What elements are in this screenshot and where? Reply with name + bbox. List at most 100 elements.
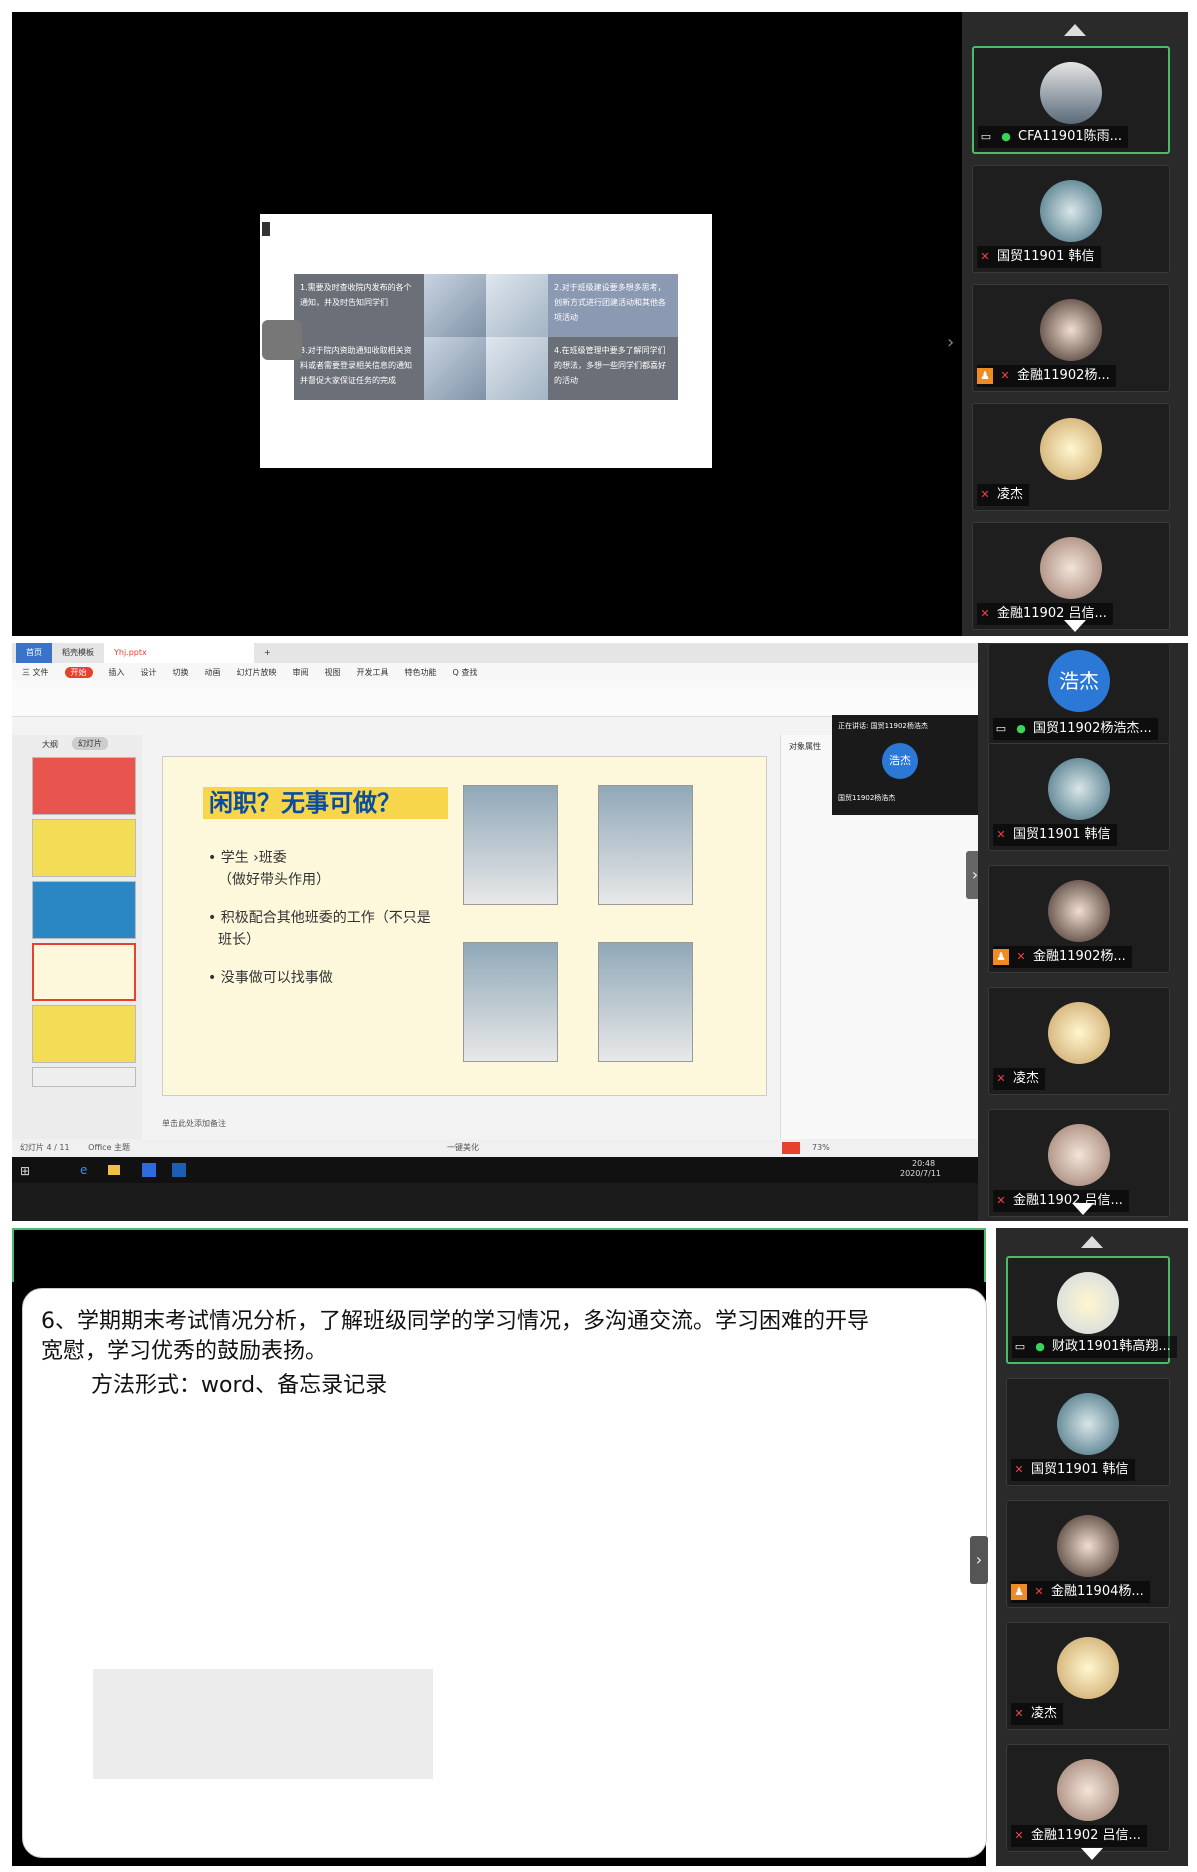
slide-counter: 幻灯片 4 / 11 [20,1143,70,1152]
speaker-name: 国贸11902杨浩杰 [838,794,896,802]
shared-screen: 6、学期期末考试情况分析，了解班级同学的学习情况，多沟通交流。学习困难的开导 宽… [12,1228,988,1866]
beautify-button[interactable]: 一键美化 [447,1139,479,1157]
file-explorer-icon[interactable] [108,1165,120,1175]
avatar [1048,1002,1110,1064]
speaker-popup-title: 正在讲话: 国贸11902杨浩杰 [838,722,928,730]
tab-outline[interactable]: 大纲 [42,739,58,750]
avatar [1057,1637,1119,1699]
slide-cell-3: 3.对于院内资助通知收取相关资料或者需要登录相关信息的通知并督促大家保证任务的完… [294,337,424,400]
new-tab-icon[interactable]: + [254,643,281,663]
slide-thumb-1[interactable] [32,757,136,815]
menu-start[interactable]: 开始 [64,666,93,678]
tab-bar: 首页 稻壳模板 Yhj.pptx + [12,643,978,663]
participant-sidebar: ▭ ● 财政11901韩高翔... ✕ 国贸11901 韩信 ♟ ✕ 金融11904杨..… [996,1228,1188,1866]
menu-design[interactable]: 设计 [141,667,157,678]
tab-templates[interactable]: 稻壳模板 [52,643,104,663]
theme-name: Office 主题 [88,1143,131,1152]
menu-animation[interactable]: 动画 [205,667,221,678]
chevron-right-icon[interactable]: › [970,1536,988,1584]
slide-thumb-4[interactable] [32,943,136,1001]
slide-thumb-3[interactable] [32,881,136,939]
chevron-right-icon[interactable]: › [947,332,954,353]
participant-label: ✕ 凌杰 [977,484,1030,506]
participant-tile[interactable]: ✕ 国贸11901 韩信 [972,165,1170,273]
avatar [1040,180,1102,242]
windows-start-icon[interactable]: ⊞ [20,1164,30,1178]
participant-label: ✕ 凌杰 [993,1068,1046,1090]
floating-toolbar-icon[interactable] [262,320,302,360]
mic-off-icon: ✕ [980,488,990,501]
slide-thumb-5[interactable] [32,1005,136,1063]
participant-tile[interactable]: ♟ ✕ 金融11902杨... [972,284,1170,392]
tab-home[interactable]: 首页 [16,643,52,663]
bullet-text: • 积极配合其他班委的工作（不只是 [208,910,431,926]
avatar [1057,1515,1119,1577]
avatar [1048,880,1110,942]
participant-tile[interactable]: ♟ ✕ 金融11902杨... [988,865,1170,973]
menu-view[interactable]: 视图 [325,667,341,678]
screenshot-image [598,785,693,905]
participant-label: ✕ 国贸11901 韩信 [977,246,1101,268]
screen-share-icon: ▭ [995,722,1007,735]
participant-label: ✕ 金融11902 吕信... [1011,1825,1147,1847]
participant-label: ✕ 金融11902 吕信... [993,1190,1129,1212]
meeting-panel-1: 1.需要及时查收院内发布的各个通知，并及时告知同学们 2.对于班级建设要多想多思… [12,12,1188,636]
menu-file[interactable]: 三 文件 [22,667,49,678]
participant-tile[interactable]: ✕ 凌杰 [988,987,1170,1095]
participant-tile[interactable]: ✕ 凌杰 [1006,1622,1170,1730]
app-icon[interactable] [142,1163,156,1177]
ribbon-toolbar[interactable] [12,681,978,717]
faded-image [93,1669,433,1779]
mic-on-icon: ● [1001,130,1011,143]
slide-cell-2: 2.对于班级建设要多想多思考，创新方式进行团建活动和其他各项活动 [548,274,678,337]
menu-slideshow[interactable]: 幻灯片放映 [237,667,277,678]
participant-tile[interactable]: ✕ 金融11902 吕信... [972,522,1170,630]
participant-tile[interactable]: ✕ 国贸11901 韩信 [988,743,1170,851]
bullet-text: • 学生 ›班委 [208,850,287,866]
scroll-down-icon[interactable] [1064,620,1086,632]
menu-insert[interactable]: 插入 [109,667,125,678]
participant-tile[interactable]: ▭ ● CFA11901陈雨... [972,46,1170,154]
menu-review[interactable]: 审阅 [293,667,309,678]
participant-tile[interactable]: ✕ 国贸11901 韩信 [1006,1378,1170,1486]
menu-transition[interactable]: 切换 [173,667,189,678]
menu-developer[interactable]: 开发工具 [357,667,389,678]
text-avatar: 浩杰 [1048,650,1110,712]
participant-sidebar: 浩杰 ▭ ● 国贸11902杨浩杰... ✕ 国贸11901 韩信 ♟ ✕ 金融11902… [978,643,1188,1221]
scroll-down-icon[interactable] [1072,1203,1094,1215]
slide-logo [262,222,270,236]
tab-slides[interactable]: 幻灯片 [72,737,108,750]
meeting-app-icon[interactable] [172,1163,186,1177]
scroll-down-icon[interactable] [1081,1848,1103,1860]
slide-canvas[interactable]: 闲职？无事可做？ • 学生 ›班委 （做好带头作用） • 积极配合其他班委的工作… [162,756,767,1096]
slide-photo [424,337,486,400]
menu-features[interactable]: 特色功能 [405,667,437,678]
participant-label: ✕ 凌杰 [1011,1703,1064,1725]
screen-share-icon: ▭ [980,130,992,143]
tab-document[interactable]: Yhj.pptx [104,643,254,663]
participant-label: ✕ 国贸11901 韩信 [1011,1459,1135,1481]
mic-off-icon: ✕ [996,1072,1006,1085]
participant-tile[interactable]: ✕ 凌杰 [972,403,1170,511]
mic-off-icon: ✕ [1014,1829,1024,1842]
slide-photo [486,337,548,400]
avatar [1040,537,1102,599]
avatar [1040,62,1102,124]
windows-taskbar: ⊞ e 20:48 2020/7/11 [12,1157,978,1183]
slide-thumb-6[interactable] [32,1067,136,1087]
participant-tile[interactable]: ✕ 金融11902 吕信... [1006,1744,1170,1852]
scroll-up-icon[interactable] [1064,24,1086,36]
participant-tile[interactable]: 浩杰 ▭ ● 国贸11902杨浩杰... [988,643,1170,745]
slide-thumb-2[interactable] [32,819,136,877]
notes-placeholder[interactable]: 单击此处添加备注 [162,1118,226,1129]
participant-tile[interactable]: ♟ ✕ 金融11904杨... [1006,1500,1170,1608]
participant-tile[interactable]: ✕ 金融11902 吕信... [988,1109,1170,1217]
participant-tile[interactable]: ▭ ● 财政11901韩高翔... [1006,1256,1177,1364]
menu-search[interactable]: Q 查找 [453,667,478,678]
avatar [1057,1393,1119,1455]
scroll-up-icon[interactable] [1081,1236,1103,1248]
play-icon[interactable] [782,1142,800,1154]
edge-icon[interactable]: e [80,1163,87,1177]
mic-off-icon: ✕ [996,828,1006,841]
bullet-text: 班长） [218,932,260,948]
